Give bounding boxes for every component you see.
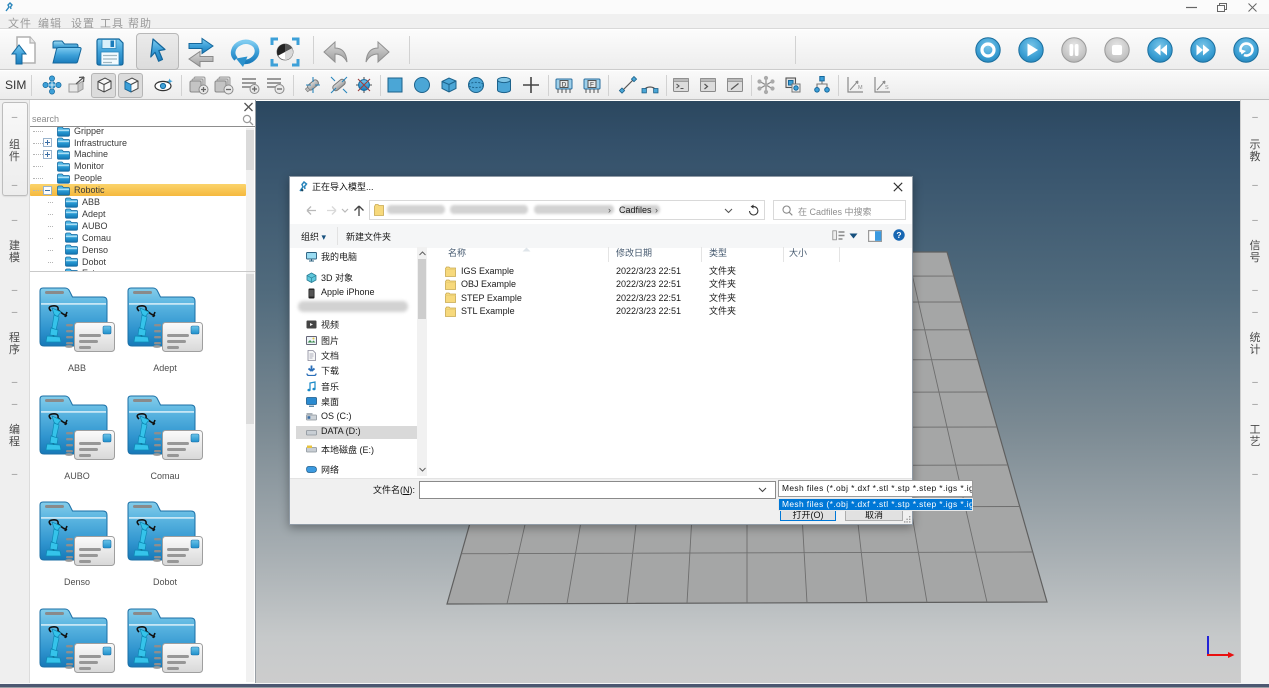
svg-text:?: ? [896, 230, 901, 240]
svg-text:S: S [885, 85, 889, 91]
svg-text:M: M [858, 85, 863, 91]
svg-text:D: D [562, 82, 567, 89]
svg-text:F: F [590, 82, 594, 89]
